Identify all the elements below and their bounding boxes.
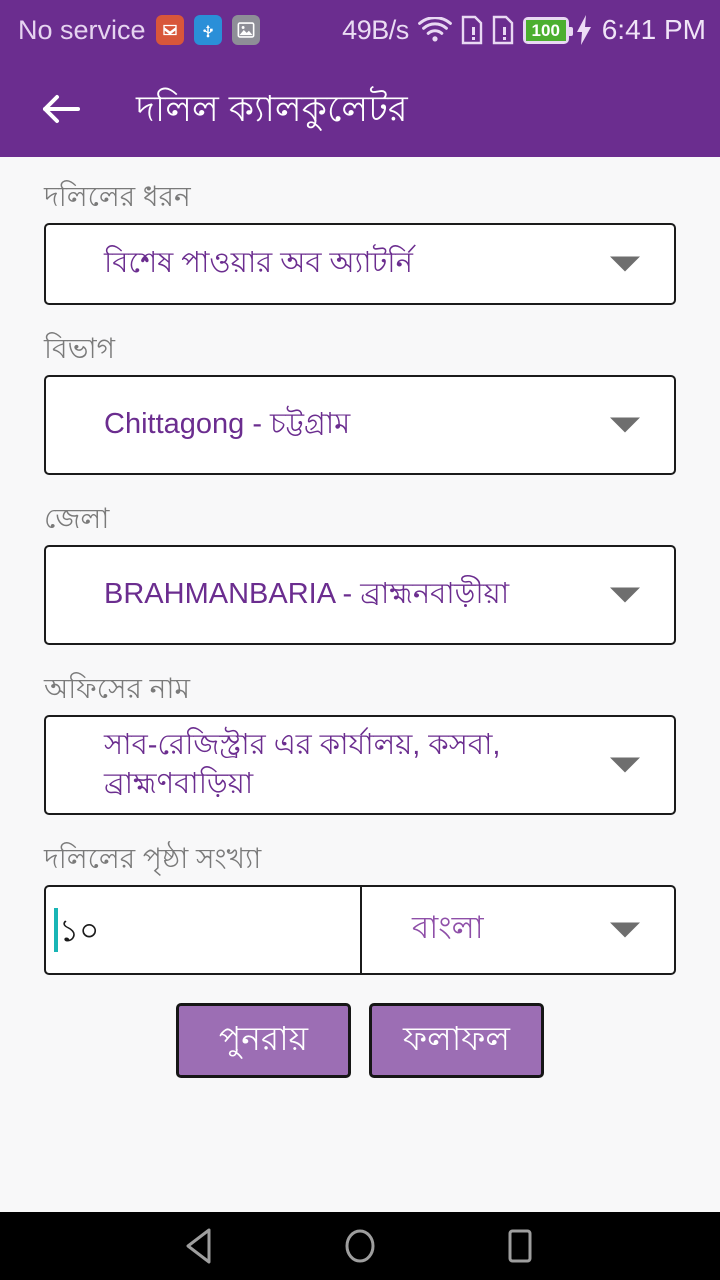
mail-icon [155, 15, 184, 45]
division-value: Chittagong - চট্টগ্রাম [104, 408, 351, 441]
carrier-label: No service [18, 14, 146, 45]
language-spinner[interactable]: বাংলা [362, 885, 676, 975]
district-spinner[interactable]: BRAHMANBARIA - ব্রাহ্মনবাড়ীয়া [44, 545, 676, 645]
screenshot-icon [231, 15, 260, 45]
chevron-down-icon [610, 587, 640, 603]
division-spinner[interactable]: Chittagong - চট্টগ্রাম [44, 375, 676, 475]
district-label: জেলা [44, 503, 110, 534]
action-buttons: পুনরায় ফলাফল [44, 1003, 676, 1079]
pages-row: ১০ বাংলা [44, 885, 676, 975]
division-label: বিভাগ [44, 333, 115, 364]
status-bar-right: 49B/s 100 6:41 PM [342, 14, 706, 46]
sim1-missing-icon [461, 15, 483, 45]
reset-button[interactable]: পুনরায় [176, 1003, 351, 1079]
form-content: দলিলের ধরন বিশেষ পাওয়ার অব অ্যাটর্নি বি… [0, 157, 720, 1212]
chevron-down-icon [610, 417, 640, 433]
chevron-down-icon [610, 256, 640, 272]
chevron-down-icon [610, 922, 640, 938]
language-value: বাংলা [412, 910, 484, 945]
charging-bolt-icon [576, 15, 592, 45]
pages-label: দলিলের পৃষ্ঠা সংখ্যা [44, 843, 262, 874]
doc-type-spinner[interactable]: বিশেষ পাওয়ার অব অ্যাটর্নি [44, 223, 676, 305]
battery-level-label: 100 [531, 20, 560, 40]
field-doc-type: দলিলের ধরন বিশেষ পাওয়ার অব অ্যাটর্নি [44, 179, 676, 305]
pages-value: ১০ [59, 912, 100, 948]
office-value: সাব-রেজিস্ট্রার এর কার্যালয়, কসবা, ব্রা… [104, 728, 501, 800]
chevron-down-icon [610, 757, 640, 773]
clock-label: 6:41 PM [601, 14, 706, 45]
status-bar: No service 49B/s 100 6:41 PM [0, 0, 720, 60]
battery-icon: 100 [522, 16, 573, 44]
app-bar: দলিল ক্যালকুলেটর [0, 60, 720, 157]
office-spinner[interactable]: সাব-রেজিস্ট্রার এর কার্যালয়, কসবা, ব্রা… [44, 715, 676, 815]
pages-input[interactable]: ১০ [44, 885, 362, 975]
nav-back-icon[interactable] [177, 1223, 223, 1269]
field-pages: দলিলের পৃষ্ঠা সংখ্যা ১০ বাংলা [44, 841, 676, 975]
field-district: জেলা BRAHMANBARIA - ব্রাহ্মনবাড়ীয়া [44, 501, 676, 645]
wifi-icon [417, 15, 452, 44]
field-division: বিভাগ Chittagong - চট্টগ্রাম [44, 331, 676, 475]
usb-icon [193, 15, 222, 45]
district-value: BRAHMANBARIA - ব্রাহ্মনবাড়ীয়া [104, 578, 510, 611]
nav-home-icon[interactable] [337, 1223, 383, 1269]
nav-recents-icon[interactable] [497, 1223, 543, 1269]
network-speed-label: 49B/s [342, 14, 409, 45]
office-label: অফিসের নাম [44, 673, 191, 704]
result-button[interactable]: ফলাফল [369, 1003, 544, 1079]
page-title: দলিল ক্যালকুলেটর [136, 87, 408, 129]
status-bar-left: No service [18, 15, 342, 46]
android-nav-bar [0, 1212, 720, 1280]
doc-type-label: দলিলের ধরন [44, 181, 191, 212]
back-arrow-icon[interactable] [34, 82, 88, 136]
sim2-missing-icon [492, 15, 514, 45]
doc-type-value: বিশেষ পাওয়ার অব অ্যাটর্নি [104, 247, 413, 280]
text-cursor [54, 908, 58, 952]
field-office: অফিসের নাম সাব-রেজিস্ট্রার এর কার্যালয়,… [44, 671, 676, 815]
